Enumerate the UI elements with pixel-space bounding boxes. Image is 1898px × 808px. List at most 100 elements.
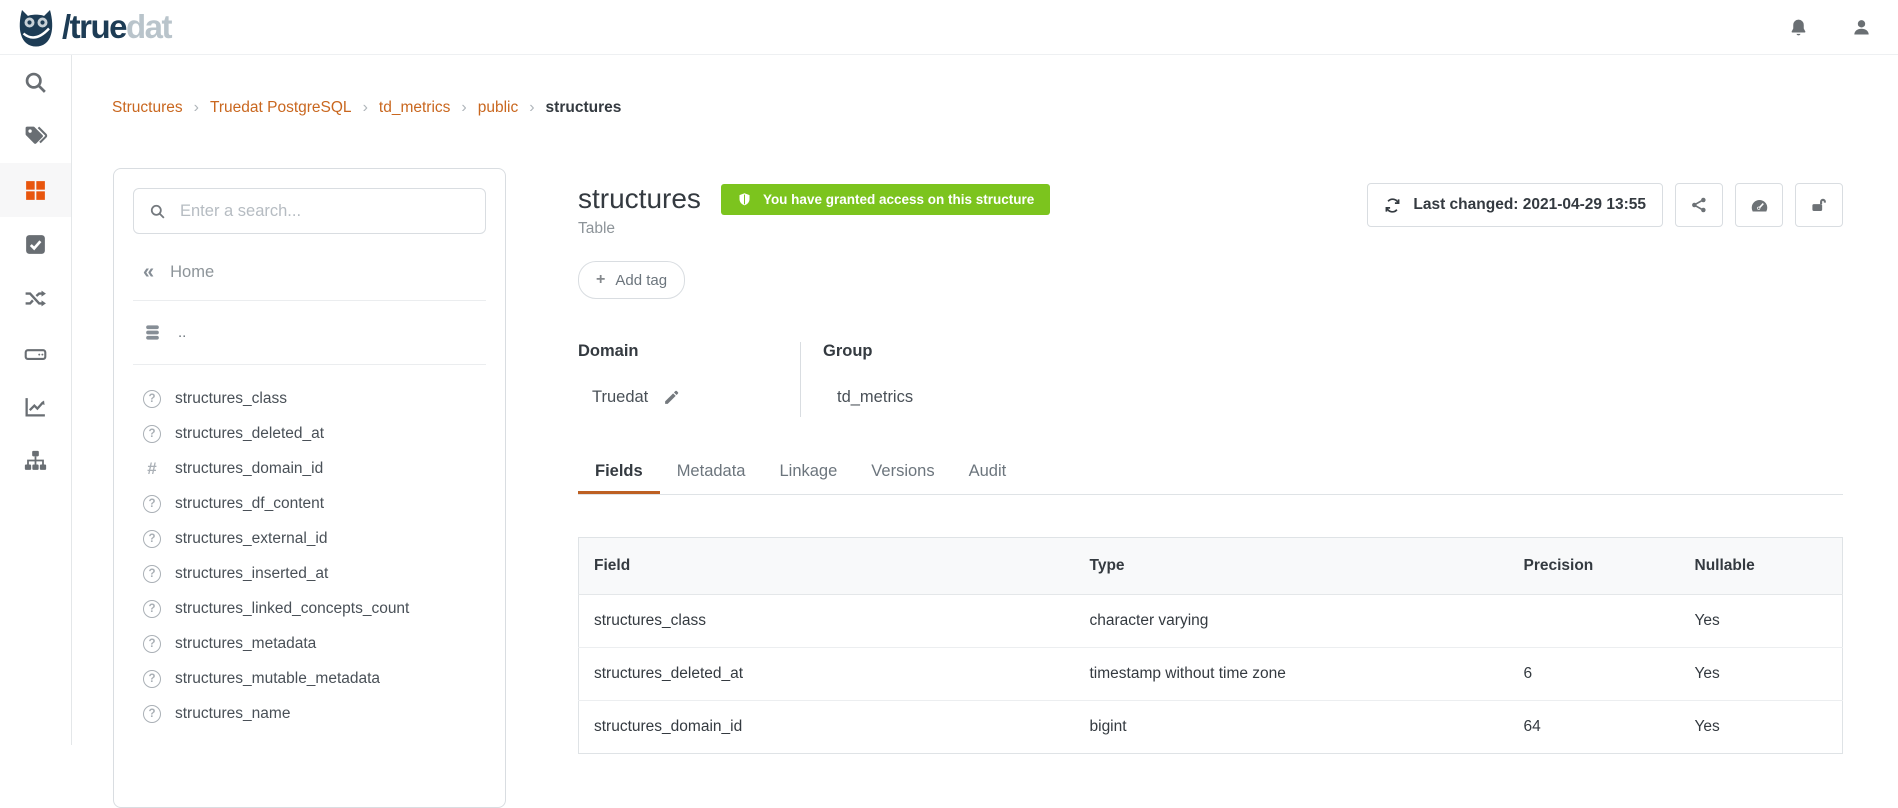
nav-tags[interactable] (0, 109, 71, 163)
nav-taxonomy[interactable] (0, 433, 71, 487)
share-icon (1690, 196, 1708, 214)
field-link[interactable]: structures_class (579, 595, 1075, 648)
breadcrumb: Structures › Truedat PostgreSQL › td_met… (112, 99, 621, 117)
breadcrumb-link[interactable]: public (478, 99, 519, 117)
tree-item-label: structures_metadata (175, 635, 316, 653)
nav-search[interactable] (0, 55, 71, 109)
table-row: structures_domain_id bigint 64 Yes (579, 701, 1843, 754)
tree-item-structures_domain_id[interactable]: # structures_domain_id (143, 451, 486, 486)
tree-search-box[interactable] (133, 188, 486, 234)
col-header-field: Field (579, 538, 1075, 595)
group-value: td_metrics (837, 388, 913, 407)
add-tag-button[interactable]: + Add tag (578, 261, 685, 299)
check-square-icon (23, 232, 48, 257)
tree-item-label: structures_class (175, 390, 287, 408)
chevron-right-icon: › (363, 99, 368, 117)
detail-tabs: Fields Metadata Linkage Versions Audit (578, 462, 1843, 495)
question-circle-icon: ? (143, 390, 161, 408)
question-circle-icon: ? (143, 635, 161, 653)
tab-audit[interactable]: Audit (952, 462, 1024, 494)
shield-icon (737, 192, 752, 207)
tree-item-structures_inserted_at[interactable]: ? structures_inserted_at (143, 556, 486, 591)
field-nullable: Yes (1680, 701, 1843, 754)
tab-versions[interactable]: Versions (854, 462, 951, 494)
tab-linkage[interactable]: Linkage (762, 462, 854, 494)
nav-lineage[interactable] (0, 271, 71, 325)
tree-item-structures_mutable_metadata[interactable]: ? structures_mutable_metadata (143, 661, 486, 696)
field-link[interactable]: structures_deleted_at (579, 648, 1075, 701)
col-header-precision: Precision (1509, 538, 1680, 595)
field-type: bigint (1075, 701, 1509, 754)
chevron-right-icon: › (529, 99, 534, 117)
field-nullable: Yes (1680, 648, 1843, 701)
question-circle-icon: ? (143, 565, 161, 583)
group-label: Group (823, 342, 1843, 361)
field-link[interactable]: structures_domain_id (579, 701, 1075, 754)
fields-table: Field Type Precision Nullable structures… (578, 537, 1843, 754)
question-circle-icon: ? (143, 495, 161, 513)
divider (133, 364, 486, 365)
tree-home-link[interactable]: « Home (143, 261, 486, 284)
field-precision (1509, 595, 1680, 648)
tag-icon (23, 124, 48, 149)
question-circle-icon: ? (143, 425, 161, 443)
question-circle-icon: ? (143, 600, 161, 618)
tree-item-label: structures_inserted_at (175, 565, 328, 583)
last-changed-button[interactable]: Last changed: 2021-04-29 13:55 (1367, 183, 1663, 227)
tree-item-structures_metadata[interactable]: ? structures_metadata (143, 626, 486, 661)
search-icon (149, 203, 166, 220)
field-precision: 64 (1509, 701, 1680, 754)
breadcrumb-link[interactable]: Structures (112, 99, 183, 117)
chevron-right-icon: › (461, 99, 466, 117)
tree-item-structures_external_id[interactable]: ? structures_external_id (143, 521, 486, 556)
table-row: structures_class character varying Yes (579, 595, 1843, 648)
table-row: structures_deleted_at timestamp without … (579, 648, 1843, 701)
tree-item-structures_linked_concepts_count[interactable]: ? structures_linked_concepts_count (143, 591, 486, 626)
breadcrumb-link[interactable]: td_metrics (379, 99, 451, 117)
structure-type-label: Table (578, 220, 1050, 238)
tree-search-input[interactable] (180, 202, 470, 221)
edit-domain-button[interactable] (663, 389, 680, 406)
domain-label: Domain (578, 342, 800, 361)
field-type: timestamp without time zone (1075, 648, 1509, 701)
unlock-button[interactable] (1795, 183, 1843, 227)
nav-rail (0, 55, 72, 745)
access-badge-label: You have granted access on this structur… (763, 192, 1034, 207)
nav-systems[interactable] (0, 325, 71, 379)
grid-icon (23, 178, 48, 203)
shuffle-icon (23, 286, 48, 311)
field-type: character varying (1075, 595, 1509, 648)
hard-drive-icon (23, 340, 48, 365)
tree-item-label: structures_deleted_at (175, 425, 324, 443)
nav-quality[interactable] (0, 217, 71, 271)
tree-item-label: structures_name (175, 705, 290, 723)
breadcrumb-link[interactable]: Truedat PostgreSQL (210, 99, 352, 117)
home-label: Home (170, 263, 214, 282)
tree-item-structures_deleted_at[interactable]: ? structures_deleted_at (143, 416, 486, 451)
bell-icon[interactable] (1788, 17, 1809, 38)
tree-item-structures_df_content[interactable]: ? structures_df_content (143, 486, 486, 521)
tab-metadata[interactable]: Metadata (660, 462, 763, 494)
nav-structures[interactable] (0, 163, 71, 217)
breadcrumb-current: structures (546, 99, 622, 117)
tree-parent-link[interactable]: .. (143, 317, 486, 348)
tree-item-label: structures_domain_id (175, 460, 323, 478)
tree-item-structures_name[interactable]: ? structures_name (143, 696, 486, 731)
profiling-button[interactable] (1735, 183, 1783, 227)
owl-logo-icon (14, 5, 58, 49)
nav-dashboards[interactable] (0, 379, 71, 433)
unlock-icon (1810, 196, 1828, 214)
parent-label: .. (178, 324, 186, 341)
gauge-icon (1750, 196, 1769, 215)
tab-fields[interactable]: Fields (578, 462, 660, 494)
user-icon[interactable] (1851, 17, 1872, 38)
chart-line-icon (23, 394, 48, 419)
tree-item-structures_class[interactable]: ? structures_class (143, 381, 486, 416)
refresh-icon (1384, 197, 1401, 214)
field-precision: 6 (1509, 648, 1680, 701)
structure-actions: Last changed: 2021-04-29 13:55 (1367, 183, 1843, 227)
truedat-logo[interactable]: /truedat (14, 5, 171, 49)
page-title: structures (578, 183, 701, 215)
structure-detail: structures You have granted access on th… (578, 183, 1843, 754)
share-button[interactable] (1675, 183, 1723, 227)
